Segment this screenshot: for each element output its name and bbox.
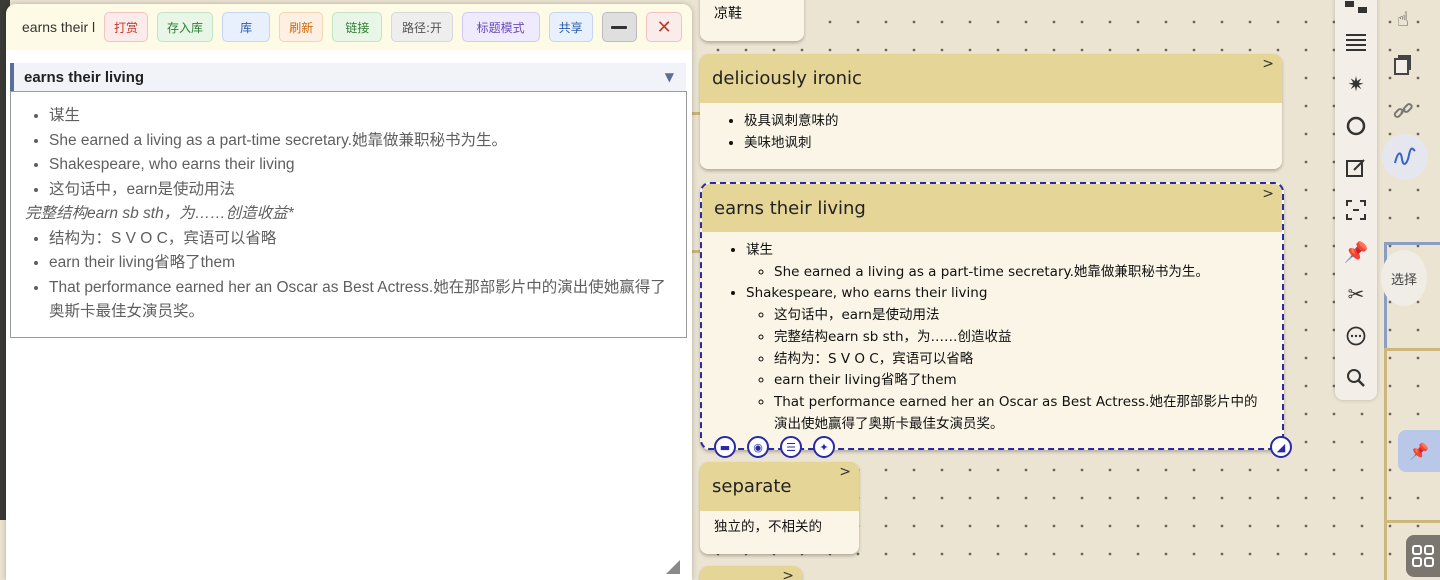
list-item: She earned a living as a part-time secre…	[774, 262, 1268, 284]
link-icon[interactable]	[1388, 96, 1418, 126]
document-icon[interactable]	[1388, 50, 1418, 80]
connector-line	[1384, 348, 1440, 351]
list-item: That performance earned her an Oscar as …	[774, 392, 1268, 435]
circle-icon[interactable]	[1344, 114, 1368, 138]
select-button[interactable]: 选择	[1381, 250, 1427, 306]
expand-arrow-icon[interactable]: >	[782, 568, 794, 580]
mindmap-card-earns-selected[interactable]: earns their living > 谋生 She earned a liv…	[700, 182, 1292, 458]
list-item: Shakespeare, who earns their living 这句话中…	[746, 283, 1268, 435]
list-item: earn their living省略了them	[49, 251, 672, 276]
right-toolbar: ✷ 📌 ✂	[1335, 0, 1377, 400]
list-item-text: 谋生	[746, 242, 773, 258]
minimize-button[interactable]	[601, 12, 638, 42]
card-body: 极具讽刺意味的 美味地讽刺	[700, 103, 1282, 162]
connector-line	[1384, 242, 1440, 245]
mindmap-card-partial[interactable]: >	[700, 566, 802, 580]
card-title: separate	[712, 476, 792, 497]
list-item: 结构为：S V O C，宾语可以省略	[774, 349, 1268, 371]
search-icon[interactable]	[1344, 366, 1368, 390]
list-item: 结构为：S V O C，宾语可以省略	[49, 227, 672, 252]
card-header: separate >	[700, 462, 859, 511]
pin-icon[interactable]: 📌	[1344, 240, 1369, 264]
list-item: 完整结构earn sb sth，为……创造收益	[774, 327, 1268, 349]
list-item: 美味地讽刺	[744, 133, 1268, 155]
list-item: 极具讽刺意味的	[744, 111, 1268, 133]
close-icon: ✕	[656, 16, 672, 38]
note-list: 结构为：S V O C，宾语可以省略 earn their living省略了t…	[27, 227, 672, 325]
card-text: 凉鞋	[714, 6, 742, 22]
card-title: earns their living	[714, 197, 866, 219]
connector-line	[1384, 520, 1440, 523]
ai-sparkle-icon[interactable]: ✦	[813, 436, 835, 458]
comment-icon[interactable]: ▬	[714, 436, 736, 458]
edit-icon[interactable]	[1344, 156, 1368, 180]
mindmap-card-separate[interactable]: separate > 独立的，不相关的	[700, 462, 859, 554]
topic-title: earns their living	[24, 68, 145, 86]
expand-arrow-icon[interactable]: >	[1262, 186, 1274, 202]
note-list: 谋生 She earned a living as a part-time se…	[27, 104, 672, 202]
mindmap-icon[interactable]	[1344, 0, 1368, 20]
tools-icon[interactable]: ✂	[1344, 282, 1368, 306]
link-button[interactable]: 链接	[332, 12, 383, 42]
pen-tool-button[interactable]	[1382, 134, 1428, 180]
panel-toolbar: earns their l 打赏 存入库 库 刷新 链接 路径:开 标题模式 共…	[6, 4, 692, 50]
list-item: 这句话中，earn是使动用法	[774, 305, 1268, 327]
topic-header[interactable]: earns their living ▼	[10, 63, 686, 91]
title-mode-button[interactable]: 标题模式	[461, 12, 540, 42]
collapse-toggle-icon[interactable]: ▼	[665, 70, 674, 84]
mindmap-card-sandals[interactable]: 凉鞋	[700, 0, 804, 41]
hand-pointer-icon[interactable]: ☝	[1388, 4, 1418, 34]
share-button[interactable]: 共享	[548, 12, 593, 42]
chat-icon[interactable]	[1344, 324, 1368, 348]
minus-icon	[611, 25, 628, 29]
scan-icon[interactable]	[1344, 198, 1368, 222]
library-button[interactable]: 库	[222, 12, 271, 42]
resize-corner-icon[interactable]: ◢	[1270, 436, 1292, 458]
list-item: 谋生 She earned a living as a part-time se…	[746, 240, 1268, 283]
expand-arrow-icon[interactable]: >	[839, 464, 851, 480]
refresh-button[interactable]: 刷新	[279, 12, 324, 42]
card-text: 独立的，不相关的	[714, 519, 822, 535]
note-editor[interactable]: 谋生 She earned a living as a part-time se…	[10, 91, 687, 338]
connector-line	[1384, 348, 1387, 580]
reward-button[interactable]: 打赏	[104, 12, 149, 42]
panel-title: earns their l	[22, 19, 95, 35]
selection-actions: ▬ ◉ ☰ ✦	[714, 436, 835, 458]
list-item: That performance earned her an Oscar as …	[49, 276, 672, 325]
save-to-library-button[interactable]: 存入库	[157, 12, 214, 42]
star-icon[interactable]: ✷	[1344, 72, 1368, 96]
note-italic-line: 完整结构earn sb sth，为……创造收益*	[25, 205, 294, 222]
list-item: 谋生	[49, 104, 672, 129]
menu-icon[interactable]	[1344, 30, 1368, 54]
card-header: >	[700, 566, 802, 580]
card-body: 谋生 She earned a living as a part-time se…	[702, 232, 1282, 443]
pen-squiggle-icon	[1394, 147, 1416, 165]
list-item: 这句话中，earn是使动用法	[49, 178, 672, 203]
card-title: deliciously ironic	[712, 68, 862, 89]
merge-icon[interactable]: ☰	[780, 436, 802, 458]
pushpin-icon: 📌	[1409, 441, 1429, 461]
list-item: Shakespeare, who earns their living	[49, 153, 672, 178]
expand-arrow-icon[interactable]: >	[1262, 56, 1274, 72]
list-item-text: Shakespeare, who earns their living	[746, 285, 988, 302]
grid-icon	[1412, 545, 1434, 567]
connect-icon[interactable]: ◉	[747, 436, 769, 458]
grid-view-button[interactable]	[1406, 535, 1440, 577]
path-toggle-button[interactable]: 路径:开	[391, 12, 453, 42]
resize-handle[interactable]	[666, 560, 680, 574]
list-item: earn their living省略了them	[774, 370, 1268, 392]
card-header: deliciously ironic >	[700, 54, 1282, 103]
close-button[interactable]: ✕	[646, 12, 682, 42]
note-panel: earns their l 打赏 存入库 库 刷新 链接 路径:开 标题模式 共…	[6, 4, 692, 580]
card-header: earns their living >	[702, 184, 1282, 232]
list-item: She earned a living as a part-time secre…	[49, 129, 672, 154]
mindmap-card-ironic[interactable]: deliciously ironic > 极具讽刺意味的 美味地讽刺	[700, 54, 1282, 169]
pin-window-button[interactable]: 📌	[1398, 430, 1440, 472]
